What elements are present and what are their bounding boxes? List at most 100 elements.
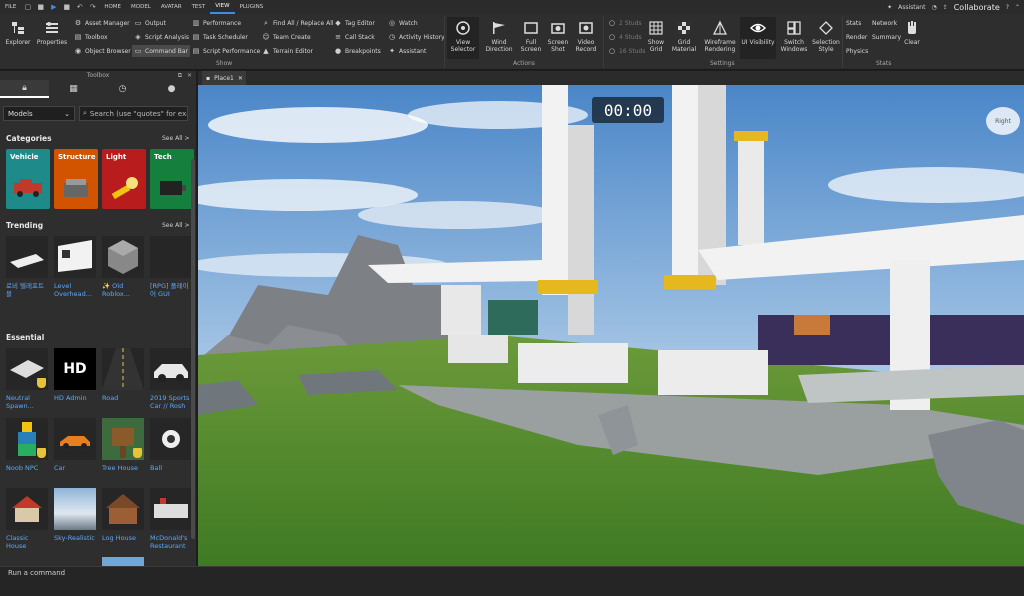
show-grid-button[interactable]: Show Grid <box>644 20 668 53</box>
team-create-button[interactable]: ☺ Team Create <box>262 32 310 42</box>
performance-button[interactable]: ▥ Performance <box>192 18 241 28</box>
menu-avatar[interactable]: AVATAR <box>156 0 187 14</box>
help-icon[interactable]: ? <box>1006 4 1009 11</box>
menu-model[interactable]: MODEL <box>126 0 156 14</box>
command-bar-button[interactable]: ▭ Command Bar <box>132 45 191 57</box>
trending-item[interactable]: 로비 텔레포트 블 <box>6 236 50 298</box>
essential-item[interactable]: 2019 Sports Car // Rosh <box>150 348 194 410</box>
essential-item[interactable]: Noob NPC <box>6 418 50 472</box>
play-icon[interactable]: ▶ <box>49 3 58 12</box>
menu-plugins[interactable]: PLUGINS <box>235 0 269 14</box>
tab-recent[interactable]: ◷ <box>98 80 147 98</box>
toolbox-button[interactable]: ▤ Toolbox <box>74 32 108 42</box>
see-all-trending-link[interactable]: See All > <box>162 222 189 229</box>
category-vehicle[interactable]: Vehicle <box>6 149 50 209</box>
share-icon[interactable]: ⇪ <box>943 4 948 11</box>
toolbox-scrollbar[interactable] <box>191 159 195 539</box>
tab-creations[interactable]: ● <box>147 80 196 98</box>
screen-shot-label: Screen Shot <box>547 39 569 53</box>
tab-marketplace[interactable]: 🔒︎ <box>0 80 49 98</box>
trending-item[interactable]: [RPG] 플레이어 GUI <box>150 236 194 298</box>
redo-icon[interactable]: ↷ <box>88 3 97 12</box>
category-tech[interactable]: Tech <box>150 149 194 209</box>
summary-button[interactable]: Summary <box>872 32 901 42</box>
menu-file[interactable]: FILE <box>0 0 21 14</box>
command-bar[interactable]: Run a command <box>0 566 1024 596</box>
switch-windows-button[interactable]: Switch Windows <box>778 20 810 53</box>
screen-shot-button[interactable]: Screen Shot <box>545 20 571 53</box>
selection-style-button[interactable]: Selection Style <box>811 20 841 53</box>
search-input[interactable]: ⌕Search (use "quotes" for exact▼ <box>79 106 188 121</box>
object-browser-button[interactable]: ◉ Object Browser <box>74 46 131 56</box>
full-screen-button[interactable]: Full Screen <box>518 20 544 53</box>
ui-visibility-button[interactable]: UI Visibility <box>740 17 776 59</box>
explorer-button[interactable]: Explorer <box>4 20 32 46</box>
trending-item[interactable]: Level Overhead... <box>54 236 98 298</box>
essential-item[interactable]: Road <box>102 348 146 402</box>
activity-history-button[interactable]: ◷ Activity History <box>388 32 445 42</box>
performance-label: Performance <box>203 19 242 27</box>
notifications-icon[interactable]: ◔ <box>931 4 936 11</box>
category-structure[interactable]: Structure <box>54 149 98 209</box>
studs-16-option[interactable]: ○ 16 Studs <box>608 46 646 56</box>
essential-item[interactable]: Car <box>54 418 98 472</box>
script-performance-button[interactable]: ▤ Script Performance <box>192 46 261 56</box>
essential-item[interactable]: Classic House <box>6 488 50 550</box>
tab-inventory[interactable]: ▦ <box>49 80 98 98</box>
properties-button[interactable]: Properties <box>35 20 69 46</box>
close-icon[interactable]: ✕ <box>187 71 192 80</box>
essential-item[interactable]: Neutral Spawn... <box>6 348 50 410</box>
3d-viewport[interactable]: 00:00 Right <box>198 85 1024 566</box>
save-icon[interactable]: ■ <box>36 3 45 12</box>
wireframe-rendering-button[interactable]: Wireframe Rendering <box>702 20 738 53</box>
essential-item[interactable]: HD HD Admin <box>54 348 98 402</box>
new-file-icon[interactable]: ▢ <box>23 3 32 12</box>
script-analysis-button[interactable]: ◈ Script Analysis <box>134 32 189 42</box>
call-stack-button[interactable]: ≡ Call Stack <box>334 32 375 42</box>
studs-4-option[interactable]: ○ 4 Studs <box>608 32 642 42</box>
essential-item[interactable]: McDonald's Restaurant <box>150 488 194 550</box>
video-record-button[interactable]: Video Record <box>572 20 600 53</box>
command-input[interactable]: Run a command <box>8 569 65 577</box>
essential-item[interactable]: Ball <box>150 418 194 472</box>
view-selector-button[interactable]: View Selector <box>447 17 479 59</box>
tag-editor-button[interactable]: ◆ Tag Editor <box>334 18 375 28</box>
find-replace-button[interactable]: ⌕ Find All / Replace All <box>262 18 334 28</box>
minimize-ribbon-icon[interactable]: ⌃ <box>1015 4 1020 11</box>
stop-icon[interactable]: ■ <box>62 3 71 12</box>
essential-item[interactable]: Sky-Realistic <box>54 488 98 542</box>
watch-button[interactable]: ◎ Watch <box>388 18 418 28</box>
essential-item[interactable]: Log House <box>102 488 146 542</box>
wind-direction-button[interactable]: Wind Direction <box>483 20 515 53</box>
undock-icon[interactable]: ⧉ <box>178 71 182 80</box>
render-button[interactable]: Render <box>846 32 867 42</box>
trending-item[interactable]: ✨ Old Roblox... <box>102 236 146 298</box>
tab-place1[interactable]: ▪ Place1 ✕ <box>202 71 246 85</box>
terrain-editor-button[interactable]: ▲ Terrain Editor <box>262 46 313 56</box>
assistant-link[interactable]: Assistant <box>898 4 925 11</box>
studs-2-option[interactable]: ○ 2 Studs <box>608 18 642 28</box>
task-scheduler-button[interactable]: ▤ Task Scheduler <box>192 32 248 42</box>
menu-view[interactable]: VIEW <box>210 0 235 14</box>
menu-home[interactable]: HOME <box>99 0 126 14</box>
assistant-panel-button[interactable]: ✦ Assistant <box>388 46 426 56</box>
network-button[interactable]: Network <box>872 18 897 28</box>
item-thumbnail: HD <box>54 348 96 390</box>
breakpoints-button[interactable]: ● Breakpoints <box>334 46 381 56</box>
clear-button[interactable]: Clear <box>902 20 922 46</box>
stats-button[interactable]: Stats <box>846 18 861 28</box>
see-all-categories-link[interactable]: See All > <box>162 135 189 142</box>
assistant-icon[interactable]: ✦ <box>887 4 892 11</box>
physics-button[interactable]: Physics <box>846 46 868 56</box>
view-cube[interactable]: Right <box>986 107 1020 135</box>
asset-manager-button[interactable]: ⚙ Asset Manager <box>74 18 130 28</box>
collaborate-button[interactable]: Collaborate <box>954 3 1000 12</box>
undo-icon[interactable]: ↶ <box>75 3 84 12</box>
close-tab-icon[interactable]: ✕ <box>238 75 243 82</box>
grid-material-button[interactable]: Grid Material <box>670 20 698 53</box>
menu-test[interactable]: TEST <box>187 0 211 14</box>
essential-item[interactable]: Tree House <box>102 418 146 472</box>
output-button[interactable]: ▭ Output <box>134 18 166 28</box>
models-dropdown[interactable]: Models ⌄ <box>3 106 75 121</box>
category-light[interactable]: Light <box>102 149 146 209</box>
